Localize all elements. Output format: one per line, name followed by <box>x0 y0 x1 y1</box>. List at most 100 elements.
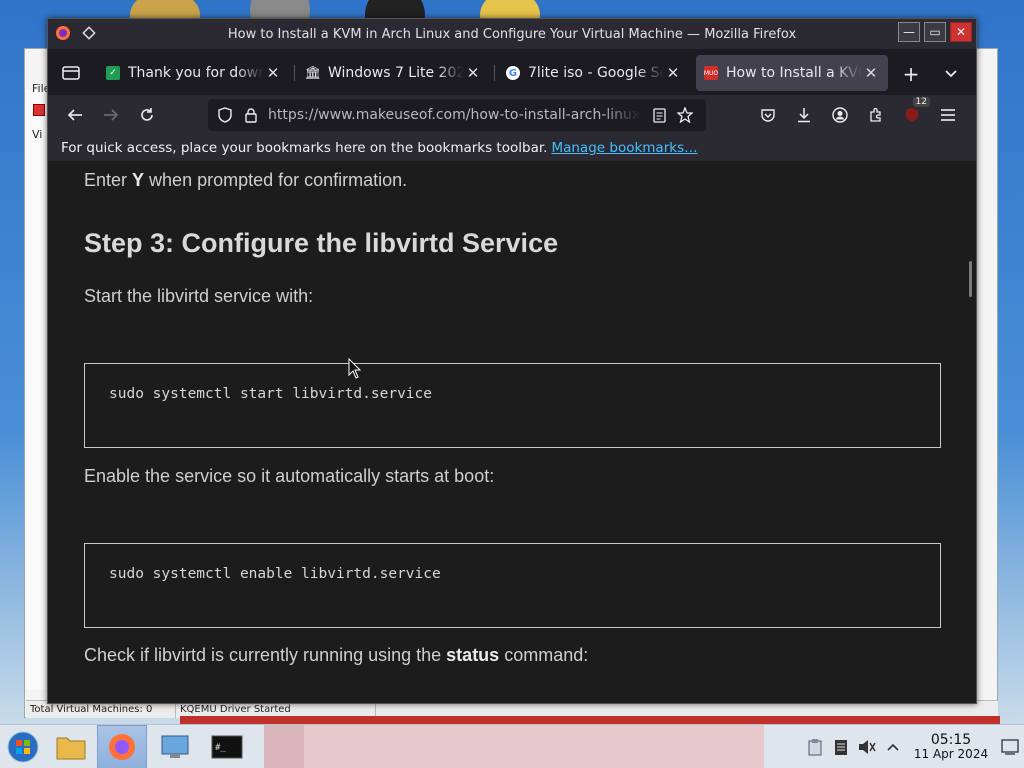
status-suffix: command: <box>499 645 589 665</box>
shield-icon[interactable] <box>212 102 238 128</box>
downloads-button[interactable] <box>792 103 816 127</box>
page-content: Enter Y when prompted for confirmation. … <box>48 161 976 703</box>
firefox-app-icon[interactable] <box>52 22 74 44</box>
start-button[interactable] <box>4 728 42 766</box>
notes-tray-icon[interactable] <box>828 734 854 760</box>
extensions-button[interactable] <box>864 103 888 127</box>
sticky-window-icon[interactable] <box>78 22 100 44</box>
volume-muted-icon[interactable] <box>854 734 880 760</box>
background-app-icon <box>33 104 45 116</box>
tab-close-icon[interactable]: ✕ <box>264 64 282 82</box>
close-window-button[interactable]: ✕ <box>950 22 972 42</box>
status-prefix: Check if libvirtd is currently running u… <box>84 645 447 665</box>
confirm-suffix: when prompted for confirmation. <box>144 170 408 190</box>
title-bar: How to Install a KVM in Arch Linux and C… <box>48 19 976 49</box>
clock-time: 05:15 <box>930 731 972 748</box>
folder-icon <box>56 737 86 760</box>
forward-arrow-icon <box>104 109 119 121</box>
address-bar[interactable]: https://www.makeuseof.com/how-to-install… <box>208 99 706 131</box>
bookmarks-toolbar: For quick access, place your bookmarks h… <box>48 135 976 161</box>
svg-text:#_: #_ <box>215 743 226 753</box>
account-button[interactable] <box>828 103 852 127</box>
mouse-pointer-icon <box>348 358 362 379</box>
code-block-start[interactable]: sudo systemctl start libvirtd.service <box>84 363 941 448</box>
tab-google-search[interactable]: G 7lite iso - Google Search ✕ <box>498 55 690 91</box>
minimize-button[interactable]: — <box>898 22 920 42</box>
firefox-icon <box>109 734 135 760</box>
confirm-paragraph: Enter Y when prompted for confirmation. <box>84 170 407 191</box>
status-keyword: status <box>446 645 500 665</box>
desktop-decoration <box>180 716 1000 724</box>
taskbar-file-manager[interactable] <box>46 725 96 768</box>
app-menu-button[interactable] <box>936 103 960 127</box>
firefox-window: How to Install a KVM in Arch Linux and C… <box>47 18 977 704</box>
chevron-up-icon[interactable] <box>880 734 906 760</box>
new-tab-button[interactable]: + <box>900 62 922 86</box>
control-panel-icon <box>161 735 189 758</box>
reload-icon <box>141 108 153 121</box>
window-title: How to Install a KVM in Arch Linux and C… <box>227 26 797 42</box>
tab-bar: ✓ Thank you for downloading ✕ 🏛 Windows … <box>48 49 976 95</box>
system-tray: 05:15 11 Apr 2024 <box>802 725 1024 768</box>
terminal-icon: #_ <box>211 735 243 759</box>
code-enable-command[interactable]: sudo systemctl enable libvirtd.service <box>109 566 441 582</box>
reload-button[interactable] <box>135 103 159 127</box>
manage-bookmarks-link[interactable]: Manage bookmarks… <box>551 140 697 156</box>
back-arrow-icon <box>67 109 82 121</box>
show-desktop-button[interactable] <box>996 739 1024 755</box>
account-icon <box>832 107 848 123</box>
pocket-button[interactable] <box>756 103 780 127</box>
scrollbar-thumb[interactable] <box>969 261 972 297</box>
clipboard-tray-icon[interactable] <box>802 734 828 760</box>
archive-building-icon: 🏛 <box>304 65 322 81</box>
taskbar-control-panel[interactable] <box>150 725 200 768</box>
taskbar-running-app[interactable] <box>264 725 304 768</box>
ublock-shield-icon <box>906 108 918 122</box>
puzzle-icon <box>870 107 881 122</box>
tab-close-icon[interactable]: ✕ <box>664 64 682 82</box>
pocket-icon <box>761 108 775 122</box>
tab-separator <box>294 65 295 81</box>
hamburger-menu-icon <box>941 109 955 121</box>
ublock-extension-button[interactable]: 12 <box>900 97 930 127</box>
confirm-key: Y <box>132 170 145 190</box>
reader-view-icon[interactable] <box>646 102 672 128</box>
tab-thank-you[interactable]: ✓ Thank you for downloading ✕ <box>98 55 290 91</box>
desktop-icon <box>1001 739 1019 755</box>
code-block-enable[interactable]: sudo systemctl enable libvirtd.service <box>84 543 941 628</box>
taskbar-terminal[interactable]: #_ <box>202 725 252 768</box>
google-icon: G <box>506 66 520 80</box>
tab-label: Thank you for downloading <box>128 65 264 81</box>
download-icon <box>798 108 810 123</box>
status-paragraph: Check if libvirtd is currently running u… <box>84 645 588 666</box>
back-button[interactable] <box>63 103 87 127</box>
download-check-icon: ✓ <box>106 66 120 80</box>
taskbar-clock[interactable]: 05:15 11 Apr 2024 <box>906 731 996 762</box>
tab-label: How to Install a KVM <box>726 65 862 81</box>
taskbar-empty-area <box>304 725 764 768</box>
list-all-tabs-button[interactable] <box>940 63 962 85</box>
enable-paragraph: Enable the service so it automatically s… <box>84 466 495 486</box>
start-paragraph: Start the libvirtd service with: <box>84 286 314 306</box>
confirm-prefix: Enter <box>84 170 133 190</box>
code-start-command[interactable]: sudo systemctl start libvirtd.service <box>109 386 432 402</box>
extension-badge: 12 <box>912 97 930 107</box>
firefox-view-button[interactable] <box>54 58 88 88</box>
tab-close-icon[interactable]: ✕ <box>862 64 880 82</box>
tab-windows-7-lite[interactable]: 🏛 Windows 7 Lite 2022 ✕ <box>298 55 490 91</box>
bookmark-star-icon[interactable] <box>672 102 698 128</box>
bookmarks-toolbar-message: For quick access, place your bookmarks h… <box>61 140 548 156</box>
url-text[interactable]: https://www.makeuseof.com/how-to-install… <box>268 107 640 123</box>
background-app-sidebar <box>26 90 48 690</box>
firefox-view-icon <box>62 66 80 80</box>
maximize-button[interactable]: ▭ <box>924 22 946 42</box>
chevron-down-icon <box>945 70 957 78</box>
tab-close-icon[interactable]: ✕ <box>464 64 482 82</box>
forward-button[interactable] <box>99 103 123 127</box>
tab-separator <box>494 65 495 81</box>
background-menu-vi[interactable]: Vi <box>32 128 42 141</box>
lock-icon[interactable] <box>238 102 264 128</box>
taskbar-firefox[interactable] <box>97 725 147 768</box>
tab-kvm-article[interactable]: MUO How to Install a KVM ✕ <box>696 55 888 91</box>
tab-label: 7lite iso - Google Search <box>528 65 664 81</box>
